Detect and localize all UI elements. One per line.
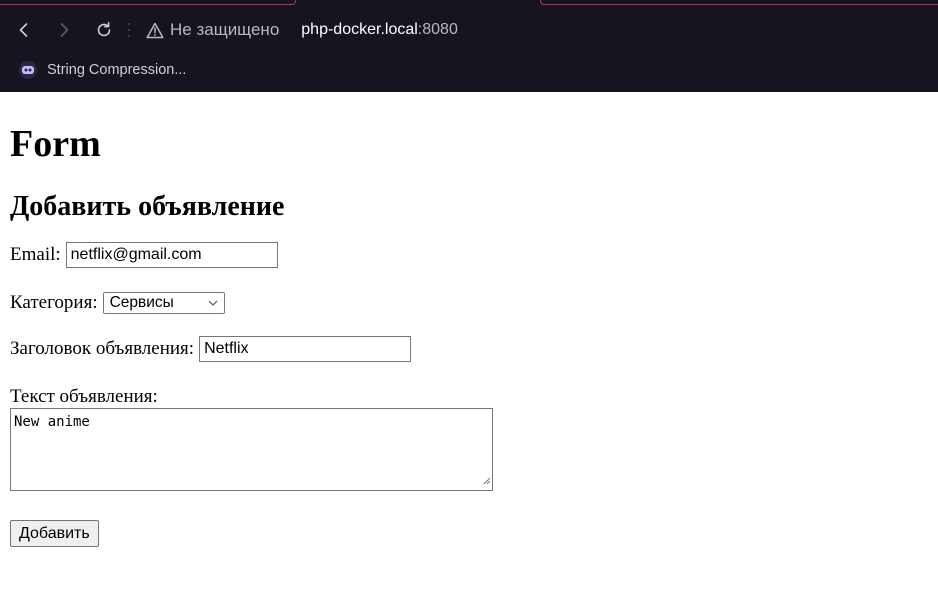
- ad-title-label: Заголовок объявления:: [10, 338, 195, 359]
- ad-text-label: Текст объявления:: [10, 386, 158, 407]
- category-selected-value: Сервисы: [109, 294, 174, 311]
- reload-icon: [97, 22, 111, 37]
- category-select[interactable]: Сервисы: [102, 292, 225, 314]
- browser-toolbar: Не защищено php-docker.local:8080: [0, 10, 938, 50]
- category-row: Категория: Сервисы: [10, 292, 928, 314]
- submit-button[interactable]: Добавить: [10, 520, 99, 547]
- browser-chrome: Не защищено php-docker.local:8080 String…: [0, 0, 938, 92]
- page-title: Form: [10, 123, 101, 165]
- email-input[interactable]: [65, 242, 278, 268]
- security-indicator[interactable]: Не защищено: [146, 20, 279, 40]
- arrow-left-icon: [19, 23, 28, 37]
- form-heading: Добавить объявление: [10, 191, 285, 222]
- category-label: Категория:: [10, 292, 98, 313]
- url-host: php-docker.local: [301, 21, 418, 38]
- warning-icon: [146, 22, 164, 39]
- tab-edge-left: [0, 0, 296, 5]
- url-port: :8080: [417, 21, 458, 38]
- ad-text-value: New anime: [14, 414, 90, 430]
- arrow-right-icon: [60, 23, 69, 37]
- tab-edge-right: [540, 0, 938, 5]
- bookmarks-bar: String Compression...: [0, 56, 938, 84]
- forward-button[interactable]: [44, 10, 84, 50]
- reload-button[interactable]: [84, 10, 124, 50]
- resize-grip-icon[interactable]: [482, 473, 491, 489]
- bookmark-favicon-icon: [19, 61, 37, 79]
- page-content: Form Добавить объявление Email: Категори…: [0, 122, 938, 547]
- ad-title-input[interactable]: [199, 336, 412, 362]
- toolbar-separator: [126, 21, 132, 39]
- add-ad-form: Email: Категория: Сервисы Заголовок объя…: [10, 242, 928, 547]
- chevron-down-icon: [208, 300, 218, 306]
- ad-text-textarea[interactable]: New anime: [10, 408, 493, 491]
- bookmark-label: String Compression...: [47, 62, 187, 78]
- security-label: Не защищено: [170, 20, 280, 39]
- back-button[interactable]: [4, 10, 44, 50]
- email-label: Email:: [10, 244, 61, 265]
- bookmark-item[interactable]: String Compression...: [19, 61, 186, 79]
- ad-title-row: Заголовок объявления:: [10, 336, 928, 362]
- email-row: Email:: [10, 242, 928, 268]
- address-bar[interactable]: php-docker.local:8080: [301, 21, 458, 39]
